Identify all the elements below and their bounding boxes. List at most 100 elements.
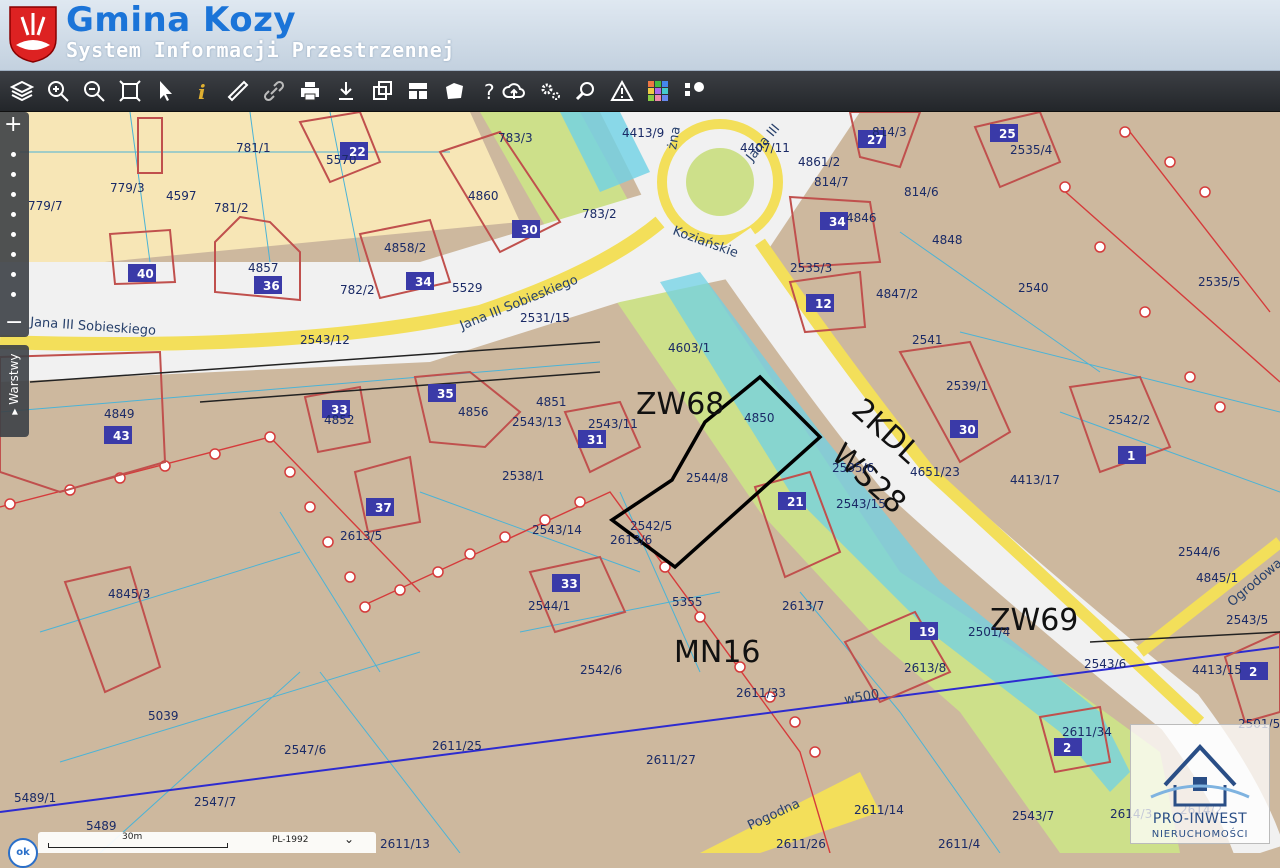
export-icon[interactable] bbox=[366, 75, 398, 107]
parcel-label[interactable]: 4848 bbox=[932, 233, 963, 247]
parcel-label[interactable]: 2501/4 bbox=[968, 625, 1010, 639]
parcel-label[interactable]: 814/7 bbox=[814, 175, 849, 189]
color-palette-icon[interactable] bbox=[642, 75, 674, 107]
parcel-label[interactable]: 2541 bbox=[912, 333, 943, 347]
info-icon[interactable]: i bbox=[186, 75, 218, 107]
parcel-label[interactable]: 782/2 bbox=[340, 283, 375, 297]
zoom-out-button[interactable]: − bbox=[5, 312, 23, 334]
parcel-label[interactable]: 2611/27 bbox=[646, 753, 696, 767]
parcel-label[interactable]: 4845/1 bbox=[1196, 571, 1238, 585]
parcel-label[interactable]: 783/2 bbox=[582, 207, 617, 221]
parcel-label[interactable]: 2611/4 bbox=[938, 837, 980, 851]
parcel-label[interactable]: 2542/2 bbox=[1108, 413, 1150, 427]
parcel-label[interactable]: 4413/17 bbox=[1010, 473, 1060, 487]
parcel-label[interactable]: 2611/34 bbox=[1062, 725, 1112, 739]
select-pointer-icon[interactable] bbox=[150, 75, 182, 107]
parcel-label[interactable]: 2611/13 bbox=[380, 837, 430, 851]
parcel-label[interactable]: 2611/25 bbox=[432, 739, 482, 753]
parcel-label[interactable]: 4413/9 bbox=[622, 126, 664, 140]
parcel-label[interactable]: 2531/15 bbox=[520, 311, 570, 325]
parcel-label[interactable]: 2535/5 bbox=[1198, 275, 1240, 289]
parcel-label[interactable]: 2535/3 bbox=[790, 261, 832, 275]
parcel-label[interactable]: 2543/5 bbox=[1226, 613, 1268, 627]
parcel-label[interactable]: 4856 bbox=[458, 405, 489, 419]
layout-icon[interactable] bbox=[402, 75, 434, 107]
zoom-step[interactable] bbox=[11, 252, 16, 257]
parcel-label[interactable]: 779/3 bbox=[110, 181, 145, 195]
parcel-label[interactable]: 2547/7 bbox=[194, 795, 236, 809]
zoom-step[interactable] bbox=[11, 292, 16, 297]
parcel-label[interactable]: 5489/1 bbox=[14, 791, 56, 805]
parcel-label[interactable]: 2543/7 bbox=[1012, 809, 1054, 823]
parcel-label[interactable]: 4846 bbox=[846, 211, 877, 225]
parcel-label[interactable]: 2611/26 bbox=[776, 837, 826, 851]
parcel-label[interactable]: 2613/7 bbox=[782, 599, 824, 613]
parcel-label[interactable]: 2540 bbox=[1018, 281, 1049, 295]
zoom-step[interactable] bbox=[11, 192, 16, 197]
parcel-label[interactable]: 814/6 bbox=[904, 185, 939, 199]
crs-select[interactable]: PL-1992 bbox=[272, 835, 308, 845]
parcel-label[interactable]: 4847/2 bbox=[876, 287, 918, 301]
zoom-step[interactable] bbox=[11, 272, 16, 277]
link-icon[interactable] bbox=[258, 75, 290, 107]
parcel-label[interactable]: 2611/33 bbox=[736, 686, 786, 700]
zoom-extent-icon[interactable] bbox=[114, 75, 146, 107]
parcel-label[interactable]: 2544/8 bbox=[686, 471, 728, 485]
parcel-label[interactable]: 4407/11 bbox=[740, 141, 790, 155]
parcel-label[interactable]: 4857 bbox=[248, 261, 279, 275]
zoom-step[interactable] bbox=[11, 172, 16, 177]
coat-of-arms-logo[interactable] bbox=[8, 5, 58, 63]
comment-icon[interactable] bbox=[678, 75, 710, 107]
parcel-label[interactable]: 4597 bbox=[166, 189, 197, 203]
layers-icon[interactable] bbox=[6, 75, 38, 107]
zoom-out-icon[interactable] bbox=[78, 75, 110, 107]
parcel-label[interactable]: 4845/3 bbox=[108, 587, 150, 601]
parcel-label[interactable]: 779/7 bbox=[28, 199, 63, 213]
parcel-label[interactable]: 4413/15 bbox=[1192, 663, 1242, 677]
parcel-label[interactable]: 2542/6 bbox=[580, 663, 622, 677]
parcel-label[interactable]: 2544/1 bbox=[528, 599, 570, 613]
parcel-label[interactable]: 2611/14 bbox=[854, 803, 904, 817]
zoom-step[interactable] bbox=[11, 212, 16, 217]
parcel-label[interactable]: 5355 bbox=[672, 595, 703, 609]
settings-icon[interactable] bbox=[534, 75, 566, 107]
parcel-label[interactable]: 2613/6 bbox=[610, 533, 652, 547]
parcel-label[interactable]: 2542/5 bbox=[630, 519, 672, 533]
download-icon[interactable] bbox=[330, 75, 362, 107]
parcel-label[interactable]: 2613/8 bbox=[904, 661, 946, 675]
measure-icon[interactable] bbox=[222, 75, 254, 107]
parcel-label[interactable]: 2538/1 bbox=[502, 469, 544, 483]
map-canvas[interactable]: ZW68 ZW69 MN16 2KDL WS28 Jana III Sobies… bbox=[0, 112, 1280, 853]
parcel-label[interactable]: 5489 bbox=[86, 819, 117, 833]
polygon-icon[interactable] bbox=[438, 75, 470, 107]
parcel-label[interactable]: 4651/23 bbox=[910, 465, 960, 479]
parcel-label[interactable]: 4850 bbox=[744, 411, 775, 425]
print-icon[interactable] bbox=[294, 75, 326, 107]
parcel-label[interactable]: 2543/13 bbox=[512, 415, 562, 429]
layers-panel-toggle[interactable]: ▸ Warstwy bbox=[0, 345, 29, 437]
zoom-slider[interactable]: + − bbox=[0, 112, 29, 337]
parcel-label[interactable]: 2544/6 bbox=[1178, 545, 1220, 559]
parcel-label[interactable]: 2535/4 bbox=[1010, 143, 1052, 157]
parcel-label[interactable]: 5039 bbox=[148, 709, 179, 723]
parcel-label[interactable]: 2535/6 bbox=[832, 461, 874, 475]
zoom-step[interactable] bbox=[11, 152, 16, 157]
zoom-step[interactable] bbox=[11, 232, 16, 237]
parcel-label[interactable]: 2613/5 bbox=[340, 529, 382, 543]
parcel-label[interactable]: 2539/1 bbox=[946, 379, 988, 393]
parcel-label[interactable]: 4851 bbox=[536, 395, 567, 409]
parcel-label[interactable]: 4860 bbox=[468, 189, 499, 203]
parcel-label[interactable]: 2543/14 bbox=[532, 523, 582, 537]
parcel-label[interactable]: 4849 bbox=[104, 407, 135, 421]
search-icon[interactable] bbox=[570, 75, 602, 107]
cloud-upload-icon[interactable] bbox=[498, 75, 530, 107]
parcel-label[interactable]: 781/2 bbox=[214, 201, 249, 215]
parcel-label[interactable]: 2543/15 bbox=[836, 497, 886, 511]
parcel-label[interactable]: 2547/6 bbox=[284, 743, 326, 757]
parcel-label[interactable]: 4861/2 bbox=[798, 155, 840, 169]
parcel-label[interactable]: 783/3 bbox=[498, 131, 533, 145]
parcel-label[interactable]: 2543/11 bbox=[588, 417, 638, 431]
parcel-label[interactable]: 781/1 bbox=[236, 141, 271, 155]
parcel-label[interactable]: 2543/12 bbox=[300, 333, 350, 347]
parcel-label[interactable]: 4603/1 bbox=[668, 341, 710, 355]
